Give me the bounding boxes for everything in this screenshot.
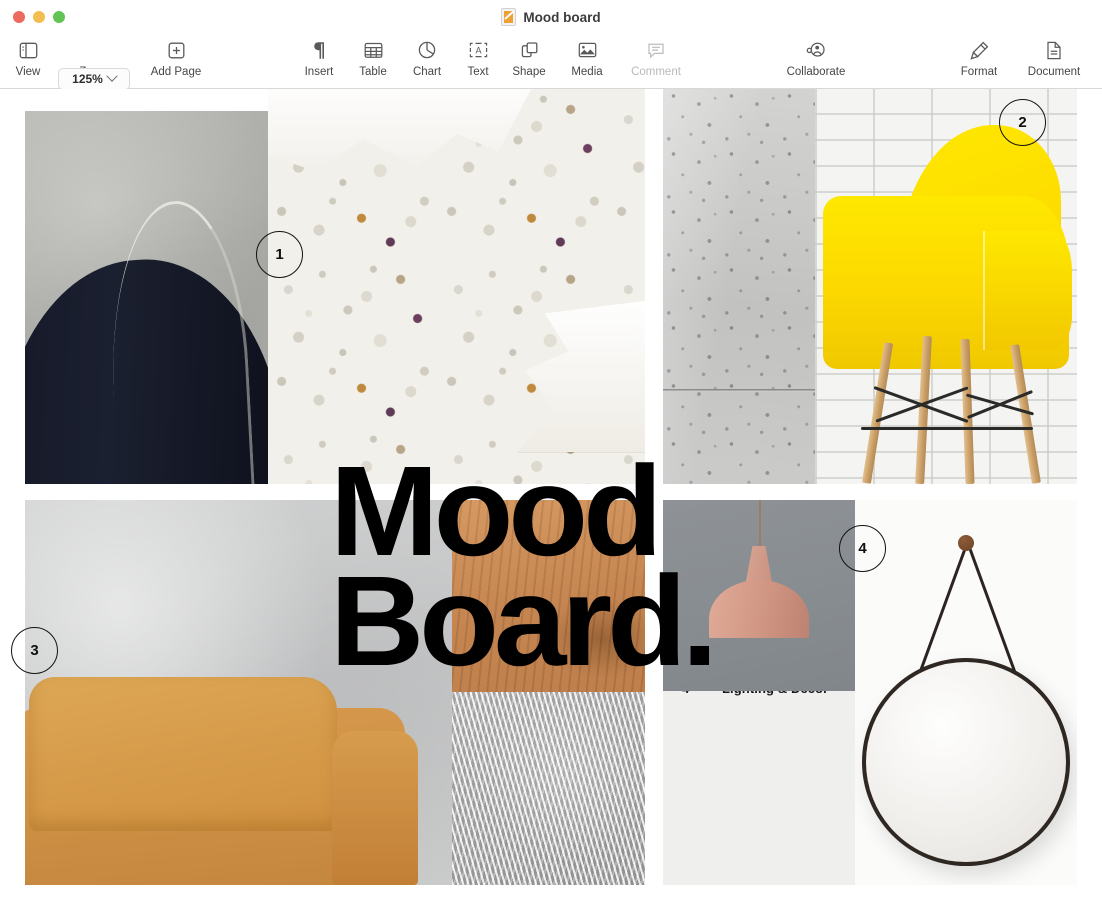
terrazzo-edge-top bbox=[268, 89, 539, 200]
image-grey-fur-rug[interactable] bbox=[452, 692, 645, 885]
chair-arm-shape bbox=[983, 231, 1072, 350]
toolbar: View Zoom 125% Add Page bbox=[0, 34, 1102, 89]
toolbar-add-page-button[interactable]: Add Page bbox=[137, 36, 215, 79]
pilcrow-icon bbox=[311, 36, 327, 64]
minimize-button[interactable] bbox=[33, 11, 45, 23]
callout-badge-3-number: 3 bbox=[30, 642, 38, 659]
image-yellow-eames-chair[interactable] bbox=[815, 89, 1077, 484]
toolbar-comment-button[interactable]: Comment bbox=[617, 36, 695, 79]
lamp-cord-shape bbox=[759, 500, 761, 550]
callout-badge-2[interactable]: 2 bbox=[999, 99, 1046, 146]
zoom-select[interactable]: 125% bbox=[58, 68, 130, 90]
close-button[interactable] bbox=[13, 11, 25, 23]
traffic-lights bbox=[13, 11, 65, 23]
sidebar-icon bbox=[19, 36, 38, 64]
toolbar-document-button[interactable]: Document bbox=[1015, 36, 1093, 79]
pages-document-icon bbox=[501, 8, 516, 26]
toolbar-media-button[interactable]: Media bbox=[548, 36, 626, 79]
zoom-value: 125% bbox=[72, 72, 103, 86]
chair-piping-shape bbox=[104, 197, 257, 484]
mirror-glass-shape bbox=[862, 658, 1070, 866]
shapes-icon bbox=[520, 36, 539, 64]
toolbar-collaborate-button[interactable]: Collaborate bbox=[777, 36, 855, 79]
callout-badge-2-number: 2 bbox=[1018, 114, 1026, 131]
comment-icon bbox=[647, 36, 665, 64]
toolbar-format-button[interactable]: Format bbox=[940, 36, 1018, 79]
title-bar: Mood board bbox=[0, 0, 1102, 34]
toolbar-view-label: View bbox=[16, 65, 41, 79]
lamp-neck-shape bbox=[746, 546, 773, 584]
terrazzo-edge-bottom bbox=[502, 294, 645, 452]
lamp-shade-shape bbox=[709, 580, 809, 637]
pages-window: Mood board View Zoom 125% bbox=[0, 0, 1102, 910]
toolbar-insert-label: Insert bbox=[305, 65, 334, 79]
collaborate-icon bbox=[806, 36, 826, 64]
image-wood-grain[interactable] bbox=[452, 500, 645, 692]
toolbar-document-label: Document bbox=[1028, 65, 1080, 79]
callout-badge-1[interactable]: 1 bbox=[256, 231, 303, 278]
image-concrete-wall[interactable] bbox=[663, 89, 815, 484]
callout-badge-3[interactable]: 3 bbox=[11, 627, 58, 674]
document-title-text: Mood board bbox=[523, 10, 600, 25]
toolbar-add-page-label: Add Page bbox=[151, 65, 202, 79]
image-round-mirror[interactable] bbox=[855, 500, 1077, 885]
image-pendant-lamp-overlay[interactable] bbox=[663, 500, 855, 691]
callout-badge-4-number: 4 bbox=[858, 540, 866, 557]
toolbar-format-label: Format bbox=[961, 65, 997, 79]
zoom-button[interactable] bbox=[53, 11, 65, 23]
toolbar-chart-label: Chart bbox=[413, 65, 441, 79]
plus-page-icon bbox=[168, 36, 185, 64]
image-terrazzo-slab[interactable] bbox=[268, 89, 645, 484]
document-title: Mood board bbox=[501, 8, 600, 26]
chair-crossbar bbox=[861, 427, 1033, 430]
callout-badge-4[interactable]: 4 bbox=[839, 525, 886, 572]
toolbar-media-label: Media bbox=[571, 65, 602, 79]
svg-text:A: A bbox=[475, 46, 481, 56]
mirror-hook-shape bbox=[958, 535, 974, 551]
toolbar-shape-label: Shape bbox=[512, 65, 545, 79]
callout-badge-1-number: 1 bbox=[275, 246, 283, 263]
table-icon bbox=[364, 36, 383, 64]
sofa-arm-shape bbox=[332, 731, 417, 885]
toolbar-table-label: Table bbox=[359, 65, 387, 79]
image-grey-plaster-sofa[interactable] bbox=[25, 500, 452, 885]
text-box-icon: A bbox=[469, 36, 488, 64]
image-dark-leather-chair[interactable] bbox=[25, 111, 268, 484]
document-canvas[interactable]: 1 — Terrazzo Floors 2 — Pop Color 3 — Wa… bbox=[0, 89, 1102, 910]
photo-icon bbox=[578, 36, 597, 64]
toolbar-collaborate-label: Collaborate bbox=[787, 65, 846, 79]
paintbrush-icon bbox=[970, 36, 989, 64]
sofa-cushion-shape bbox=[29, 677, 336, 831]
concrete-seam-line bbox=[663, 389, 815, 392]
pie-chart-icon bbox=[418, 36, 436, 64]
document-icon bbox=[1046, 36, 1062, 64]
toolbar-comment-label: Comment bbox=[631, 65, 681, 79]
toolbar-text-label: Text bbox=[467, 65, 488, 79]
chevron-down-icon bbox=[106, 71, 117, 82]
